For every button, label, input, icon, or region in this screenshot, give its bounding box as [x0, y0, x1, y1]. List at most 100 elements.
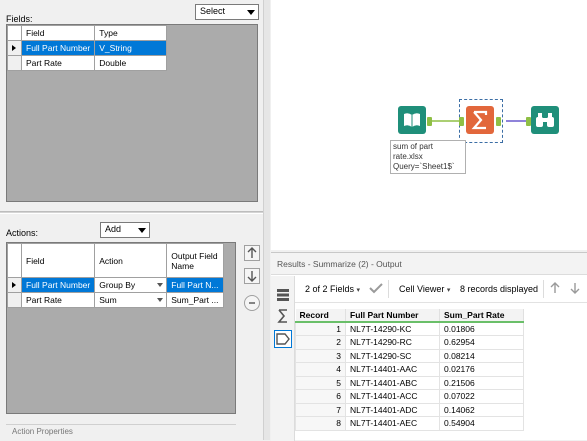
part-number-cell[interactable]: NL7T-14290-SC [345, 348, 440, 363]
summarize-metadata-button[interactable] [274, 307, 292, 325]
scroll-down-button[interactable] [569, 282, 581, 296]
output-anchor-button[interactable] [274, 330, 292, 348]
table-row[interactable]: 3 NL7T-14290-SC 0.08214 [295, 348, 524, 363]
row-selector[interactable] [7, 292, 22, 308]
action-type-dropdown[interactable]: Group By [94, 277, 168, 293]
column-header-full-part-number[interactable]: Full Part Number [345, 309, 440, 323]
row-pointer-icon [12, 45, 16, 51]
field-type-cell[interactable]: V_String [94, 40, 168, 56]
table-row[interactable]: 6 NL7T-14401-ACC 0.07022 [295, 389, 524, 404]
cell-viewer-selector[interactable]: Cell Viewer ▾ [399, 284, 450, 294]
select-dropdown[interactable]: Select [195, 4, 259, 20]
workflow-canvas[interactable]: sum of part rate.xlsx Query=`Sheet1$` [271, 0, 587, 250]
actions-header-row: Field Action Output Field Name [7, 243, 224, 278]
chevron-down-icon [247, 10, 255, 15]
record-cell: 8 [295, 416, 346, 431]
record-cell: 4 [295, 362, 346, 377]
sum-cell[interactable]: 0.02176 [439, 362, 524, 377]
output-tag-icon [276, 333, 290, 345]
select-dropdown-label: Select [200, 6, 226, 16]
row-header-corner [7, 243, 22, 278]
table-row[interactable]: Full Part Number V_String [7, 40, 168, 56]
sum-cell[interactable]: 0.08214 [439, 348, 524, 363]
sum-cell[interactable]: 0.62954 [439, 335, 524, 350]
sigma-icon [277, 309, 287, 323]
column-header-sum-part-rate[interactable]: Sum_Part Rate [439, 309, 524, 323]
sum-cell[interactable]: 0.21506 [439, 375, 524, 390]
table-view-button[interactable] [274, 286, 292, 304]
action-properties-label: Action Properties [12, 427, 73, 436]
record-cell: 6 [295, 389, 346, 404]
output-field-name-cell[interactable]: Full Part N... [166, 277, 224, 293]
tool-annotation: sum of part rate.xlsx Query=`Sheet1$` [390, 140, 466, 174]
summarize-tool[interactable] [466, 106, 494, 134]
output-anchor[interactable] [427, 117, 432, 126]
table-row[interactable]: Part Rate Sum Sum_Part ... [7, 292, 224, 308]
move-down-button[interactable] [244, 268, 260, 284]
results-title: Results - Summarize (2) - Output [271, 253, 587, 275]
sum-cell[interactable]: 0.07022 [439, 389, 524, 404]
browse-tool[interactable] [531, 106, 559, 134]
row-pointer-icon [12, 282, 16, 288]
fields-label: Fields: [6, 14, 33, 24]
minus-icon [249, 302, 255, 304]
table-row[interactable]: 4 NL7T-14401-AAC 0.02176 [295, 362, 524, 377]
binoculars-icon [536, 113, 554, 127]
part-number-cell[interactable]: NL7T-14290-RC [345, 335, 440, 350]
table-row[interactable]: 8 NL7T-14401-AEC 0.54904 [295, 416, 524, 431]
sum-cell[interactable]: 0.14062 [439, 402, 524, 417]
field-name-cell[interactable]: Part Rate [20, 55, 96, 71]
row-selector[interactable] [7, 40, 22, 56]
record-cell: 5 [295, 375, 346, 390]
table-row[interactable]: 7 NL7T-14401-ADC 0.14062 [295, 402, 524, 417]
output-field-name-cell[interactable]: Sum_Part ... [166, 292, 224, 308]
output-anchor[interactable] [496, 117, 501, 126]
field-name-cell[interactable]: Full Part Number [20, 40, 96, 56]
column-header-record[interactable]: Record [295, 309, 346, 323]
fields-count: 2 of 2 Fields [305, 284, 355, 294]
part-number-cell[interactable]: NL7T-14401-ABC [345, 375, 440, 390]
table-row[interactable]: Full Part Number Group By Full Part N... [7, 277, 224, 293]
table-row[interactable]: 2 NL7T-14290-RC 0.62954 [295, 335, 524, 350]
record-cell: 3 [295, 348, 346, 363]
toolbar-divider [543, 280, 544, 298]
part-number-cell[interactable]: NL7T-14290-KC [345, 321, 440, 336]
action-properties-group: Action Properties [6, 424, 236, 438]
fields-selector[interactable]: 2 of 2 Fields ▾ [305, 284, 360, 294]
action-field-cell[interactable]: Full Part Number [20, 277, 96, 293]
panel-scrollbar[interactable] [263, 0, 270, 440]
add-dropdown-label: Add [105, 224, 122, 234]
field-type-cell[interactable]: Double [94, 55, 168, 71]
caret-down-icon: ▾ [446, 287, 451, 294]
annotation-line: Query=`Sheet1$` [393, 162, 455, 171]
apply-checkmark-button[interactable] [369, 282, 383, 296]
row-selector[interactable] [7, 277, 22, 293]
add-dropdown[interactable]: Add [100, 222, 150, 238]
row-selector[interactable] [7, 55, 22, 71]
arrow-up-icon [247, 247, 257, 258]
part-number-cell[interactable]: NL7T-14401-ADC [345, 402, 440, 417]
action-type-dropdown[interactable]: Sum [94, 292, 168, 308]
part-number-cell[interactable]: NL7T-14401-AEC [345, 416, 440, 431]
move-up-button[interactable] [244, 245, 260, 261]
table-row[interactable]: Part Rate Double [7, 55, 168, 71]
panel-splitter[interactable] [0, 211, 269, 214]
remove-action-button[interactable] [244, 295, 260, 311]
part-number-cell[interactable]: NL7T-14401-ACC [345, 389, 440, 404]
results-toolbar: 2 of 2 Fields ▾ Cell Viewer ▾ 8 records … [271, 276, 587, 303]
table-row[interactable]: 1 NL7T-14290-KC 0.01806 [295, 321, 524, 336]
action-type-value: Sum [99, 295, 117, 305]
results-header-row: Record Full Part Number Sum_Part Rate [295, 309, 524, 323]
action-field-cell[interactable]: Part Rate [20, 292, 96, 308]
results-sidebar [271, 276, 295, 441]
table-rows-icon [277, 289, 289, 301]
sum-cell[interactable]: 0.01806 [439, 321, 524, 336]
scroll-up-button[interactable] [549, 282, 561, 296]
table-row[interactable]: 5 NL7T-14401-ABC 0.21506 [295, 375, 524, 390]
input-data-tool[interactable] [398, 106, 426, 134]
fields-header-row: Field Type [7, 25, 168, 41]
input-anchor[interactable] [459, 117, 464, 126]
part-number-cell[interactable]: NL7T-14401-AAC [345, 362, 440, 377]
results-window: Results - Summarize (2) - Output 2 of 2 … [271, 252, 587, 441]
sum-cell[interactable]: 0.54904 [439, 416, 524, 431]
